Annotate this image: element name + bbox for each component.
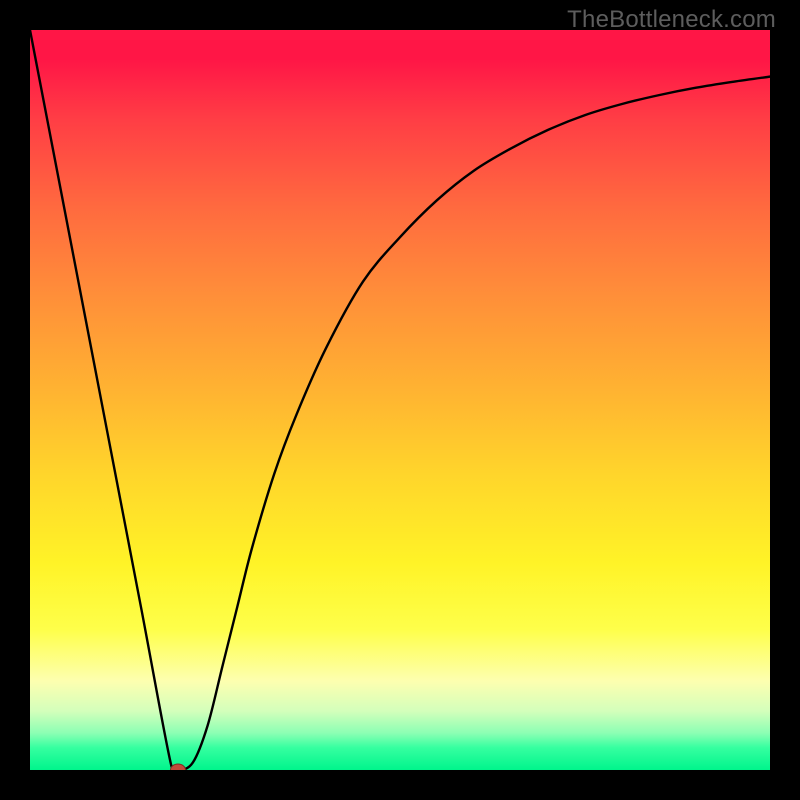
curve-layer	[30, 30, 770, 770]
bottleneck-curve	[30, 30, 770, 770]
gradient-plot-area	[30, 30, 770, 770]
optimum-marker	[171, 764, 186, 770]
chart-frame: TheBottleneck.com	[0, 0, 800, 800]
